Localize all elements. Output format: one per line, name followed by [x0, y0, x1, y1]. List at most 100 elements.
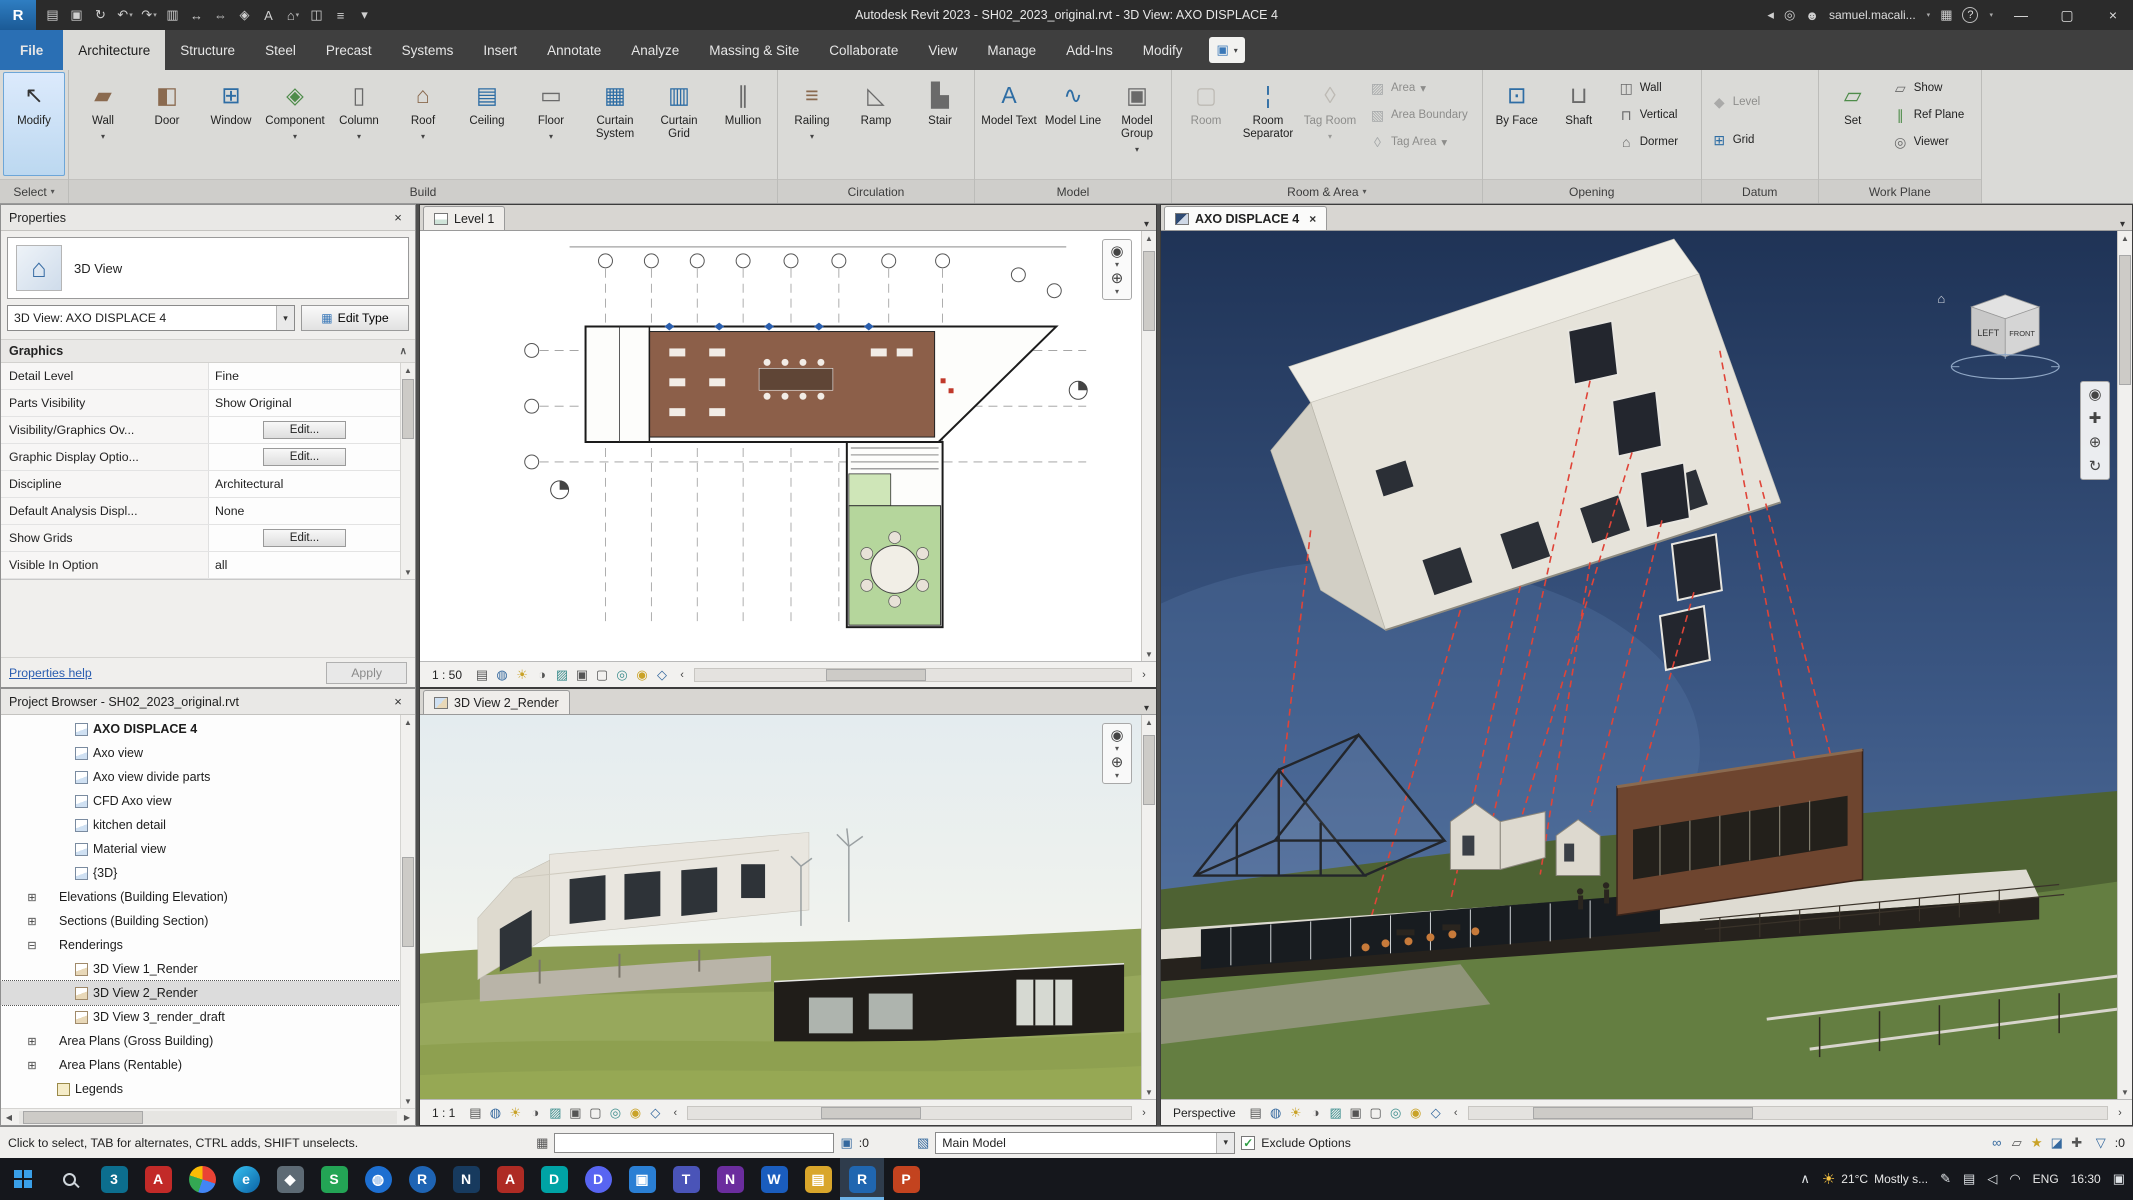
chevron-down-icon[interactable]: ▾	[276, 306, 294, 330]
viewer-button[interactable]: ◎ Viewer	[1888, 130, 1976, 154]
tree-item[interactable]: ⊟ Renderings	[1, 933, 400, 957]
properties-help-link[interactable]: Properties help	[9, 666, 92, 680]
shadows-icon[interactable]: ◑	[525, 1105, 545, 1120]
chevron-down-icon[interactable]: ▾	[1115, 745, 1119, 753]
view-tab-render[interactable]: 3D View 2_Render	[423, 690, 570, 714]
detail-level-icon[interactable]: ▤	[1246, 1105, 1266, 1121]
model-text-button[interactable]: A Model Text	[978, 72, 1040, 176]
visual-style-icon[interactable]: ◍	[1266, 1105, 1286, 1121]
taskbar-app[interactable]: P	[884, 1158, 928, 1200]
property-row[interactable]: Detail Level Fine	[1, 363, 400, 390]
scroll-down-icon[interactable]: ▼	[1142, 647, 1156, 661]
property-value[interactable]: Edit...	[209, 417, 400, 443]
full-navigation-wheel-icon[interactable]: ◉	[2088, 386, 2101, 403]
scroll-left-icon[interactable]: ‹	[667, 1107, 683, 1119]
steering-wheel-icon[interactable]: ◉	[1110, 727, 1123, 744]
volume-icon[interactable]: ◁	[1987, 1171, 1997, 1187]
pan-icon[interactable]: ✚	[2089, 410, 2102, 427]
user-menu-caret-icon[interactable]: ▾	[1927, 11, 1931, 19]
shadows-icon[interactable]: ◑	[1306, 1105, 1326, 1120]
thin-lines-icon[interactable]: ≡	[330, 4, 352, 26]
room-separator-button[interactable]: ¦ Room Separator	[1237, 72, 1299, 176]
tag-room-button[interactable]: ◊ Tag Room ▾	[1299, 72, 1361, 176]
text-icon[interactable]: A	[258, 4, 280, 26]
scroll-down-icon[interactable]: ▼	[1142, 1085, 1156, 1099]
constraints-icon[interactable]: ◇	[645, 1105, 665, 1121]
model-group-button[interactable]: ▣ Model Group ▾	[1106, 72, 1168, 176]
signed-in-user[interactable]: samuel.macali...	[1829, 8, 1916, 22]
browser-horizontal-scrollbar[interactable]: ◀ ▶	[1, 1108, 415, 1125]
property-value[interactable]: Show Original	[209, 390, 400, 416]
help-menu-caret-icon[interactable]: ▾	[1989, 11, 1993, 19]
collapse-icon[interactable]: ∧	[400, 346, 407, 357]
pen-icon[interactable]: ✎	[1940, 1171, 1951, 1187]
area-boundary-button[interactable]: ▧ Area Boundary	[1365, 103, 1477, 127]
close-view-icon[interactable]: ×	[1309, 212, 1316, 226]
back-icon[interactable]: ◂	[1767, 7, 1774, 23]
ceiling-button[interactable]: ▤ Ceiling	[456, 72, 518, 176]
ribbon-tab[interactable]: View	[913, 30, 972, 70]
taskbar-app[interactable]: e	[224, 1158, 268, 1200]
property-row[interactable]: Visibility/Graphics Ov... Edit...	[1, 417, 400, 444]
maximize-button[interactable]: ▢	[2049, 0, 2085, 30]
view-tab-level1[interactable]: Level 1	[423, 206, 506, 230]
property-value[interactable]: all	[209, 552, 400, 578]
ribbon-tab[interactable]: Collaborate	[814, 30, 913, 70]
panel-label-build[interactable]: Build	[69, 179, 777, 203]
reveal-hidden-elements-icon[interactable]: ◉	[625, 1105, 645, 1121]
taskbar-app[interactable]: W	[752, 1158, 796, 1200]
scroll-down-icon[interactable]: ▼	[2118, 1085, 2132, 1099]
taskbar-app[interactable]: T	[664, 1158, 708, 1200]
chevron-down-icon[interactable]: ▾	[1115, 288, 1119, 296]
tree-item[interactable]: 3D View 3_render_draft	[1, 1005, 400, 1029]
measure-icon[interactable]: ↔	[186, 4, 208, 26]
search-icon[interactable]: ◎	[1784, 7, 1795, 23]
scroll-up-icon[interactable]: ▲	[401, 715, 415, 729]
workset-input[interactable]	[554, 1132, 835, 1153]
open-icon[interactable]: ▤	[42, 4, 64, 26]
close-button[interactable]: ×	[2095, 0, 2131, 30]
roof-button[interactable]: ⌂ Roof ▾	[392, 72, 454, 176]
taskbar-app[interactable]: R	[840, 1158, 884, 1200]
scroll-right-icon[interactable]: ›	[1136, 669, 1152, 681]
properties-scrollbar[interactable]: ▲ ▼	[400, 363, 415, 579]
tree-expander-icon[interactable]: ⊞	[25, 1059, 39, 1072]
by-face-button[interactable]: ⊡ By Face	[1486, 72, 1548, 176]
property-row[interactable]: Visible In Option all	[1, 552, 400, 579]
curtain-grid-button[interactable]: ▥ Curtain Grid	[648, 72, 710, 176]
aligned-dimension-icon[interactable]: ⇔	[210, 4, 232, 26]
ribbon-tab[interactable]: Manage	[972, 30, 1051, 70]
taskbar-app[interactable]: ▤	[796, 1158, 840, 1200]
language-indicator[interactable]: ENG	[2033, 1172, 2059, 1186]
tree-item[interactable]: Axo view	[1, 741, 400, 765]
level1-canvas[interactable]: ◉ ▾ ⊕ ▾ ▲ ▼	[420, 231, 1156, 661]
property-value[interactable]: Architectural	[209, 471, 400, 497]
view-tab-menu-icon[interactable]: ▾	[1144, 219, 1149, 230]
ribbon-tab[interactable]: Annotate	[532, 30, 616, 70]
reveal-hidden-elements-icon[interactable]: ◉	[1406, 1105, 1426, 1121]
axo-canvas[interactable]: ⌂ LEFT FRONT ◉ ✚ ⊕ ↻ ▲ ▼	[1161, 231, 2132, 1099]
mullion-button[interactable]: ∥ Mullion	[712, 72, 774, 176]
scroll-right-icon[interactable]: ▶	[399, 1113, 415, 1122]
horizontal-scrollbar[interactable]	[694, 667, 1132, 682]
notification-center-icon[interactable]: ▣	[2113, 1171, 2125, 1187]
rendering-dialog-icon[interactable]: ▨	[545, 1105, 565, 1121]
shaft-button[interactable]: ⊔ Shaft	[1548, 72, 1610, 176]
tree-item[interactable]: Legends	[1, 1077, 400, 1101]
navigation-bar[interactable]: ◉ ▾ ⊕ ▾	[1102, 239, 1132, 300]
panel-label-datum[interactable]: Datum	[1701, 179, 1818, 203]
taskbar-app[interactable]: D	[576, 1158, 620, 1200]
ribbon-tab[interactable]: Insert	[468, 30, 532, 70]
scroll-up-icon[interactable]: ▲	[401, 363, 415, 377]
ribbon-tab[interactable]: Architecture	[63, 30, 166, 70]
ref-plane-button[interactable]: ∥ Ref Plane	[1888, 103, 1976, 127]
set-work-plane-button[interactable]: ▱ Set	[1822, 72, 1884, 176]
chevron-down-icon[interactable]: ▾	[1115, 261, 1119, 269]
taskbar-app[interactable]: 3	[92, 1158, 136, 1200]
scroll-down-icon[interactable]: ▼	[401, 1094, 415, 1108]
vertical-scrollbar[interactable]: ▲ ▼	[1141, 715, 1156, 1099]
scroll-right-icon[interactable]: ›	[1136, 1107, 1152, 1119]
ribbon-tab[interactable]: Add-Ins	[1051, 30, 1128, 70]
design-option-select[interactable]: Main Model ▾	[935, 1131, 1236, 1154]
crop-view-icon[interactable]: ▣	[572, 667, 592, 683]
